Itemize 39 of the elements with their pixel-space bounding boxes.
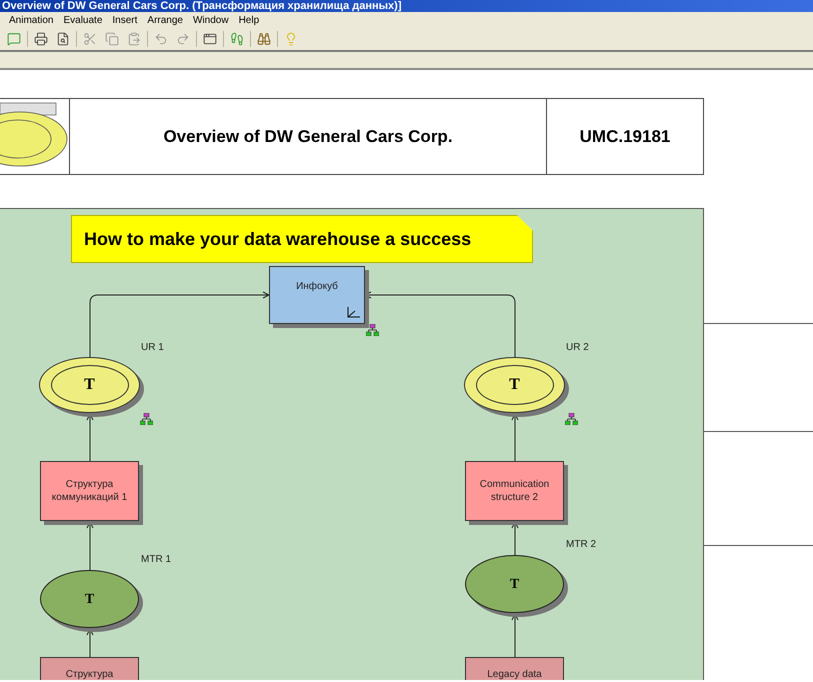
menu-item[interactable]: Insert xyxy=(112,12,138,28)
source-label: Legacy data xyxy=(487,668,542,680)
rule-caption: MTR 1 xyxy=(141,553,171,567)
rule-caption: UR 2 xyxy=(566,341,589,355)
window-title: Overview of DW General Cars Corp. (Трансформация хранилища данных)] xyxy=(2,0,402,12)
rule-caption: MTR 2 xyxy=(566,538,596,552)
hierarchy-icon xyxy=(140,413,153,425)
structure-label: Communication structure 2 xyxy=(478,478,550,504)
binoculars-icon[interactable] xyxy=(257,32,271,46)
footsteps-icon[interactable] xyxy=(230,32,244,46)
rule-symbol: T xyxy=(84,590,94,608)
rule-symbol: T xyxy=(509,375,520,395)
rule-caption: UR 1 xyxy=(141,341,164,355)
hierarchy-icon xyxy=(565,413,578,425)
rule-symbol: T xyxy=(84,375,95,395)
window-icon[interactable] xyxy=(203,32,217,46)
chat-icon[interactable] xyxy=(7,32,21,46)
copy-icon[interactable] xyxy=(105,32,119,46)
structure-label: Структура коммуникаций 1 xyxy=(50,478,128,504)
axes-icon xyxy=(346,307,360,319)
menu-item[interactable]: Animation xyxy=(9,12,54,28)
hierarchy-icon xyxy=(366,324,379,336)
paste-icon[interactable] xyxy=(127,32,141,46)
undo-icon[interactable] xyxy=(154,32,168,46)
lightbulb-icon[interactable] xyxy=(284,32,298,46)
menu-item[interactable]: Evaluate xyxy=(63,12,102,28)
redo-icon[interactable] xyxy=(176,32,190,46)
menu-item[interactable]: Window xyxy=(192,12,229,28)
infocube-label: Инфокуб xyxy=(296,280,338,294)
printer-icon[interactable] xyxy=(34,32,48,46)
cut-icon[interactable] xyxy=(83,32,97,46)
menu-item[interactable]: Help xyxy=(238,12,260,28)
menu-item[interactable]: Arrange xyxy=(147,12,183,28)
diagram-title: Overview of DW General Cars Corp. xyxy=(163,126,453,148)
diagram-code: UMC.19181 xyxy=(580,126,670,148)
note-text: How to make your data warehouse a success xyxy=(84,228,472,251)
source-label: Структура xyxy=(66,668,114,680)
rule-symbol: T xyxy=(510,576,520,594)
print-preview-icon[interactable] xyxy=(56,32,70,46)
